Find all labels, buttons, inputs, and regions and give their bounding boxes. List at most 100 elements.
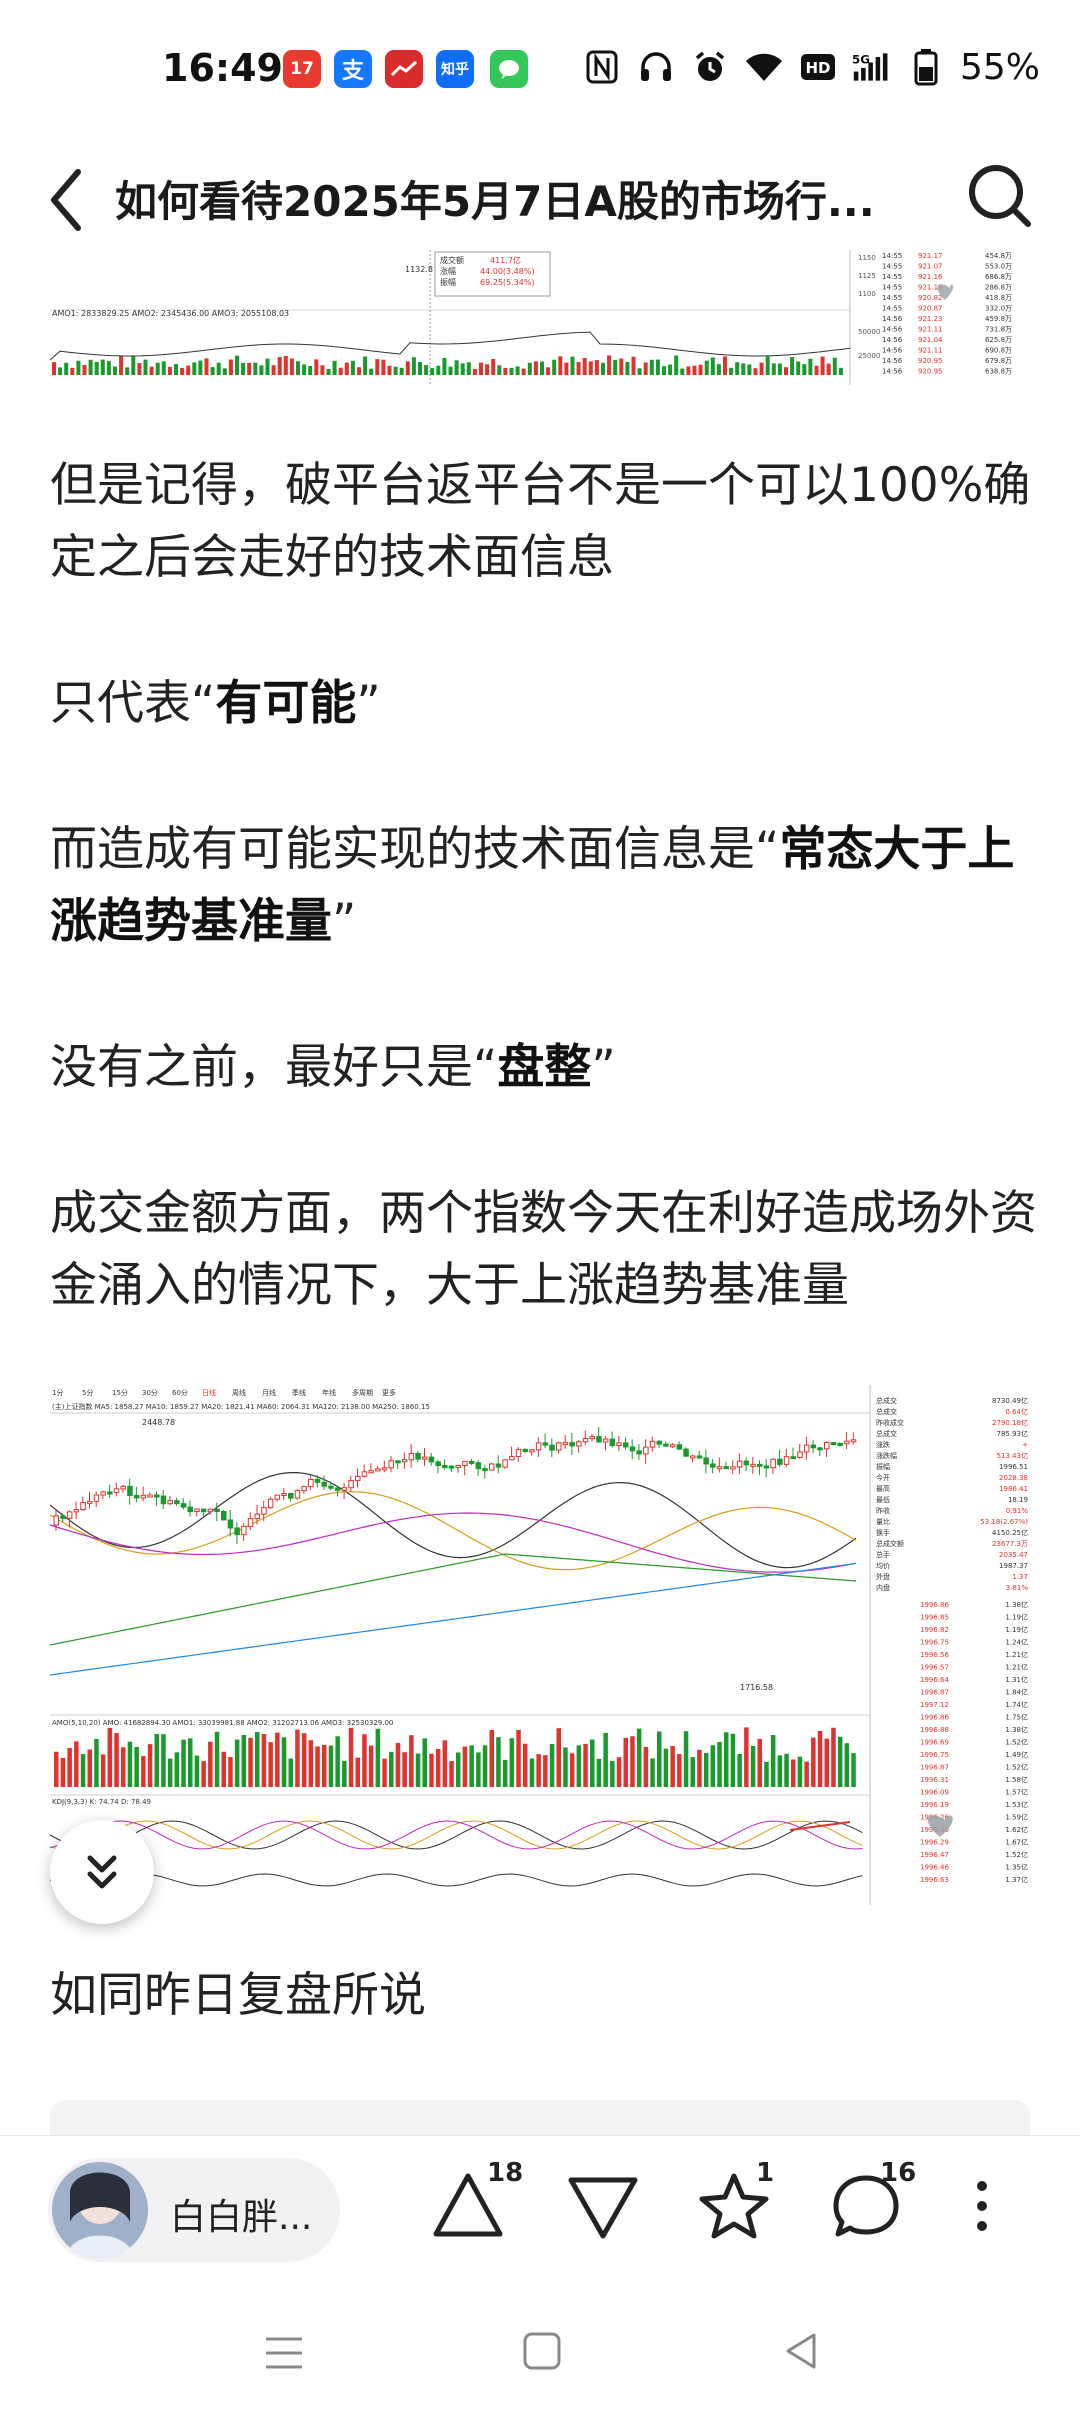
candle-body	[415, 1452, 421, 1460]
tooltip-value-1: 44.00(3.48%)	[480, 267, 535, 276]
volume-bar	[399, 367, 404, 375]
author-button[interactable]: 白白胖...	[48, 2158, 340, 2262]
volume-bar	[469, 1745, 474, 1787]
candle-body	[254, 1513, 260, 1520]
volume-bar	[74, 1741, 79, 1787]
more-button[interactable]	[952, 2166, 1012, 2256]
downvote-button[interactable]	[563, 2166, 653, 2256]
page-title[interactable]: 如何看待2025年5月7日A股的市场行...	[115, 168, 895, 229]
tick-volume: 1.57亿	[1005, 1788, 1028, 1797]
candle-body	[314, 1478, 321, 1483]
volume-bar	[683, 1731, 689, 1787]
chart-image-top[interactable]: 成交额 涨幅 振幅 411.7亿 44.00(3.48%) 69.25(5.34…	[50, 250, 1030, 385]
volume-bar	[472, 368, 477, 375]
volume-bar	[253, 362, 258, 375]
volume-bar	[655, 359, 660, 375]
candle-body	[422, 1456, 428, 1460]
tick-time: 14:56	[882, 347, 903, 355]
candle-body	[234, 1527, 240, 1536]
candle-body	[107, 1491, 113, 1495]
volume-bar	[765, 356, 770, 375]
tick-price: 921.04	[918, 336, 943, 344]
volume-bar	[409, 1735, 414, 1787]
chart-tab: 更多	[382, 1388, 396, 1397]
tick-volume: 1.52亿	[1005, 1763, 1028, 1772]
volume-bar	[521, 368, 526, 375]
tick-price: 1996.87	[920, 1689, 949, 1697]
volume-bar	[357, 367, 361, 375]
volume-bar	[448, 366, 453, 375]
volume-bar	[790, 357, 795, 375]
tick-volume: 1.62亿	[1005, 1825, 1028, 1834]
volume-bar	[174, 1752, 180, 1787]
volume-bar	[429, 1753, 434, 1787]
comment-count: 16	[880, 2158, 917, 2188]
volume-bar	[723, 356, 727, 375]
tick-time: 14:55	[882, 305, 902, 313]
volume-bar	[649, 359, 654, 375]
volume-bar	[730, 1733, 736, 1787]
volume-bar	[601, 362, 605, 375]
tick-volume: 1.53亿	[1005, 1800, 1028, 1809]
volume-bar	[70, 367, 75, 375]
tick-price: 1996.09	[920, 1789, 949, 1797]
candle-body	[529, 1449, 535, 1453]
candle-body	[522, 1448, 528, 1452]
volume-bar	[131, 355, 136, 375]
volume-indicator-line: AMO(5,10,20) AMO: 41682894.30 AMO1: 3303…	[52, 1719, 393, 1727]
volume-bar	[308, 365, 313, 375]
collapse-button[interactable]	[50, 1820, 154, 1924]
volume-bar	[255, 1732, 260, 1787]
tick-time: 14:55	[882, 252, 902, 260]
candle-body	[549, 1444, 555, 1451]
chart-image-bottom[interactable]: 1分 5分 15分 30分 60分 日线 周线 月线 季线 年线 多周期 更多 (主)上证指数 MA5…	[50, 1385, 1030, 1905]
search-button[interactable]	[960, 156, 1040, 236]
app-icon-red-stock	[385, 50, 423, 88]
volume-bar	[247, 362, 252, 375]
volume-bar	[442, 357, 447, 375]
back-button[interactable]	[42, 160, 92, 240]
kline-low-label: 1716.58	[740, 1683, 773, 1692]
volume-bar	[315, 1746, 320, 1787]
volume-bar	[564, 362, 569, 375]
wechat-msg-icon	[490, 50, 528, 88]
volume-bar	[261, 1734, 267, 1787]
back-nav-button[interactable]	[780, 2329, 824, 2373]
alarm-icon	[690, 47, 730, 87]
candle-body	[348, 1480, 354, 1489]
home-button[interactable]	[520, 2329, 564, 2373]
volume-bar	[582, 357, 587, 375]
candle-body	[321, 1481, 327, 1487]
candle-body	[489, 1463, 495, 1471]
volume-bar	[436, 365, 441, 375]
candle-body	[448, 1465, 455, 1469]
tick-time: 14:56	[882, 326, 903, 334]
tick-price: 1996.57	[920, 1664, 949, 1672]
axis-label-3: 50000	[858, 328, 880, 336]
tick-price: 1996.19	[920, 1801, 949, 1809]
volume-bar	[88, 359, 93, 375]
axis-label-4: 25000	[858, 352, 880, 360]
volume-bar	[369, 368, 374, 375]
volume-bar	[107, 1727, 113, 1787]
volume-bar	[625, 361, 630, 375]
recent-apps-button[interactable]	[262, 2331, 306, 2375]
volume-bar	[540, 361, 544, 375]
quote-label: 今开	[876, 1473, 890, 1482]
volume-bar	[228, 359, 233, 375]
avatar[interactable]	[52, 2162, 148, 2258]
volume-bar	[844, 1743, 850, 1787]
volume-bar	[623, 1737, 628, 1787]
volume-bar	[549, 1744, 555, 1787]
kdj-indicator-line: KDJ(9,3,3) K: 74.74 D: 78.49	[52, 1798, 151, 1806]
volume-bar	[442, 1740, 448, 1787]
candle-body	[355, 1475, 361, 1482]
volume-bar	[355, 1757, 360, 1787]
volume-bar	[826, 363, 831, 375]
volume-bar	[149, 366, 154, 375]
candle-body	[80, 1501, 86, 1511]
volume-bar	[161, 361, 166, 375]
tick-volume: 1.24亿	[1005, 1638, 1028, 1647]
volume-bar	[703, 1752, 709, 1787]
quote-label: 量比	[876, 1517, 890, 1526]
